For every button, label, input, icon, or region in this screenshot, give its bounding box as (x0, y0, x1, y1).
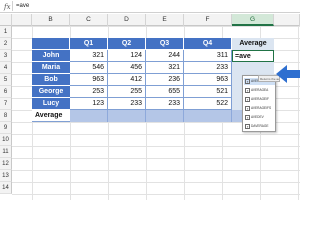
row-header-14[interactable]: 14 (0, 182, 12, 194)
row-name-cell[interactable]: George (32, 86, 70, 98)
column-header-c[interactable]: C (70, 14, 108, 26)
column-header-row: B C D E F G (0, 14, 300, 26)
value-cell[interactable]: 412 (108, 74, 146, 86)
average-value-cell[interactable] (232, 62, 274, 74)
function-autocomplete-list: ƒAVERAGEƒAVERAGEAƒAVERAGEIFƒAVERAGEIFSƒA… (242, 75, 276, 132)
autocomplete-item[interactable]: ƒ AVEDEV (244, 114, 275, 121)
column-header-b[interactable]: B (32, 14, 70, 26)
value-cell[interactable]: 521 (184, 86, 232, 98)
active-cell-g3[interactable]: =ave (232, 50, 274, 62)
value-cell[interactable]: 236 (146, 74, 184, 86)
autocomplete-item[interactable]: ƒ AVERAGEIFS (244, 105, 275, 112)
average-row-label[interactable]: Average (32, 110, 70, 122)
row-name-cell[interactable]: Bob (32, 74, 70, 86)
row-header-8[interactable]: 8 (0, 110, 12, 122)
row-header-13[interactable]: 13 (0, 170, 12, 182)
column-header-g[interactable]: G (232, 14, 274, 26)
column-header-d[interactable]: D (108, 14, 146, 26)
function-icon: ƒ (245, 106, 250, 111)
value-cell[interactable]: 311 (184, 50, 232, 62)
autocomplete-item-label: AVERAGEIF (251, 97, 270, 101)
average-cell-q4[interactable] (184, 110, 232, 122)
row-header-12[interactable]: 12 (0, 158, 12, 170)
autocomplete-item-label: AVEDEV (251, 115, 264, 119)
row-header-3[interactable]: 3 (0, 50, 12, 62)
formula-input[interactable]: =ave (16, 0, 29, 12)
formula-bar: fx =ave (0, 0, 300, 13)
autocomplete-item-label: AVERAGEIFS (251, 106, 272, 110)
value-cell[interactable]: 321 (70, 50, 108, 62)
value-cell[interactable]: 963 (70, 74, 108, 86)
row-header-9[interactable]: 9 (0, 122, 12, 134)
value-cell[interactable]: 321 (146, 62, 184, 74)
value-cell[interactable]: 124 (108, 50, 146, 62)
row-header-5[interactable]: 5 (0, 74, 12, 86)
row-header-10[interactable]: 10 (0, 134, 12, 146)
row-header-1[interactable]: 1 (0, 26, 12, 38)
function-icon: ƒ (245, 79, 250, 84)
autocomplete-item[interactable]: ƒ DAVERAGE (244, 123, 275, 130)
value-cell[interactable]: 655 (146, 86, 184, 98)
table-header-q3[interactable]: Q3 (146, 38, 184, 50)
value-cell[interactable]: 123 (70, 98, 108, 110)
function-icon: ƒ (245, 88, 250, 93)
fx-icon: fx (4, 3, 11, 11)
table-header-average[interactable]: Average (232, 38, 274, 50)
select-all-corner[interactable] (0, 14, 12, 26)
table-header-q2[interactable]: Q2 (108, 38, 146, 50)
column-header-h[interactable] (274, 14, 300, 26)
table-header-q4[interactable]: Q4 (184, 38, 232, 50)
row-header-7[interactable]: 7 (0, 98, 12, 110)
row-header-2[interactable]: 2 (0, 38, 12, 50)
name-box[interactable]: fx (0, 1, 13, 11)
value-cell[interactable]: 253 (70, 86, 108, 98)
column-header-f[interactable]: F (184, 14, 232, 26)
row-header-6[interactable]: 6 (0, 86, 12, 98)
value-cell[interactable]: 233 (108, 98, 146, 110)
function-icon: ƒ (245, 97, 250, 102)
value-cell[interactable]: 963 (184, 74, 232, 86)
average-cell-q2[interactable] (108, 110, 146, 122)
row-name-cell[interactable]: John (32, 50, 70, 62)
value-cell[interactable]: 233 (146, 98, 184, 110)
table-header-q1[interactable]: Q1 (70, 38, 108, 50)
value-cell[interactable]: 546 (70, 62, 108, 74)
autocomplete-item[interactable]: ƒ AVERAGEA (244, 87, 275, 94)
row-header-11[interactable]: 11 (0, 146, 12, 158)
function-icon: ƒ (245, 124, 250, 129)
autocomplete-item-label: AVERAGEA (251, 88, 269, 92)
average-cell-q3[interactable] (146, 110, 184, 122)
table-header-blank[interactable] (32, 38, 70, 50)
average-cell-q1[interactable] (70, 110, 108, 122)
column-header-e[interactable]: E (146, 14, 184, 26)
row-header-4[interactable]: 4 (0, 62, 12, 74)
pointer-arrow-icon (276, 65, 300, 83)
value-cell[interactable]: 522 (184, 98, 232, 110)
value-cell[interactable]: 255 (108, 86, 146, 98)
value-cell[interactable]: 456 (108, 62, 146, 74)
row-name-cell[interactable]: Lucy (32, 98, 70, 110)
value-cell[interactable]: 233 (184, 62, 232, 74)
column-header-a[interactable] (12, 14, 32, 26)
function-icon: ƒ (245, 115, 250, 120)
autocomplete-item-label: DAVERAGE (251, 124, 269, 128)
autocomplete-item[interactable]: ƒ AVERAGEIF (244, 96, 275, 103)
row-name-cell[interactable]: Maria (32, 62, 70, 74)
value-cell[interactable]: 244 (146, 50, 184, 62)
